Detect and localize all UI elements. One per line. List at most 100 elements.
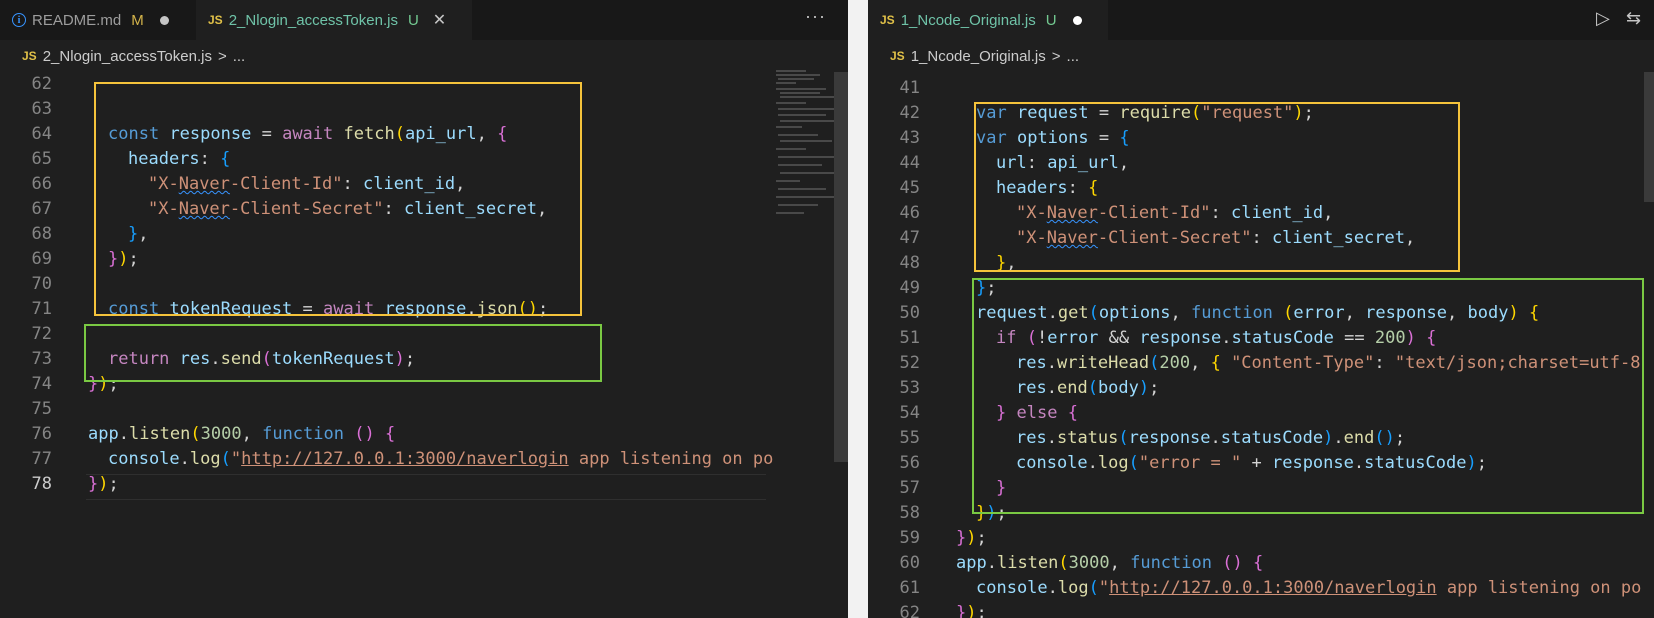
code-line: "X-Naver-Client-Id": client_id, [1016, 203, 1334, 223]
code-line: headers: { [996, 178, 1099, 198]
line-number: 45 [899, 178, 920, 198]
chevron-right-icon: > [217, 47, 227, 65]
breadcrumb-file[interactable]: 1_Ncode_Original.js [911, 48, 1046, 65]
line-number: 64 [31, 124, 52, 144]
breadcrumb-symbol[interactable]: ... [233, 48, 246, 65]
run-icon[interactable]: ▷ [1596, 8, 1610, 29]
line-number: 69 [31, 249, 52, 269]
code-line: }); [108, 249, 139, 269]
line-number: 77 [31, 449, 52, 469]
close-icon[interactable]: ✕ [433, 10, 446, 30]
line-number: 65 [31, 149, 52, 169]
code-line: }, [996, 253, 1017, 273]
code-line: console.log("http://127.0.0.1:3000/naver… [108, 449, 774, 469]
code-line: if (!error && response.statusCode == 200… [996, 328, 1437, 348]
js-icon: JS [22, 49, 37, 63]
code-line: "X-Naver-Client-Id": client_id, [148, 174, 466, 194]
tab-label: README.md [32, 11, 122, 29]
chevron-right-icon: > [1051, 47, 1061, 65]
code-line: res.end(body); [1016, 378, 1160, 398]
code-line: } [996, 478, 1007, 498]
breadcrumb: JS 2_Nlogin_accessToken.js > ... [0, 40, 848, 72]
line-number: 44 [899, 153, 920, 173]
current-line-highlight [86, 474, 766, 500]
line-number: 57 [899, 478, 920, 498]
line-number: 68 [31, 224, 52, 244]
vertical-scrollbar[interactable] [834, 72, 848, 462]
line-number: 42 [899, 103, 920, 123]
compare-icon[interactable]: ⇆ [1626, 8, 1641, 29]
right-tab-bar: JS 1_Ncode_Original.js U ▷ ⇆ [868, 0, 1654, 40]
code-line: var request = require("request"); [976, 103, 1314, 123]
breadcrumb-file[interactable]: 2_Nlogin_accessToken.js [43, 48, 212, 65]
line-number: 66 [31, 174, 52, 194]
code-line: app.listen(3000, function () { [956, 553, 1264, 573]
code-line: var options = { [976, 128, 1130, 148]
js-icon: JS [890, 49, 905, 63]
code-line: }); [976, 503, 1007, 523]
pane-divider[interactable] [848, 0, 868, 618]
line-number: 46 [899, 203, 920, 223]
line-number: 51 [899, 328, 920, 348]
js-icon: JS [208, 13, 223, 27]
left-tab-bar: i README.md M JS 2_Nlogin_accessToken.js… [0, 0, 848, 40]
line-number: 41 [899, 78, 920, 98]
line-number: 63 [31, 99, 52, 119]
tab-label: 2_Nlogin_accessToken.js [228, 11, 398, 29]
line-number: 54 [899, 403, 920, 423]
line-number: 78 [31, 474, 52, 494]
line-number: 52 [899, 353, 920, 373]
line-number: 50 [899, 303, 920, 323]
line-number: 59 [899, 528, 920, 548]
code-line: }); [88, 374, 119, 394]
line-number: 61 [899, 578, 920, 598]
vertical-scrollbar[interactable] [1644, 72, 1654, 202]
code-line: console.log("error = " + response.status… [1016, 453, 1487, 473]
tab-ncode-original[interactable]: JS 1_Ncode_Original.js U [868, 0, 1108, 40]
right-editor-pane: JS 1_Ncode_Original.js U ▷ ⇆ JS 1_Ncode_… [868, 0, 1654, 618]
breadcrumb-symbol[interactable]: ... [1067, 48, 1080, 65]
code-line: }, [128, 224, 149, 244]
code-line: app.listen(3000, function () { [88, 424, 396, 444]
tab-readme[interactable]: i README.md M [0, 0, 182, 40]
code-line: console.log("http://127.0.0.1:3000/naver… [976, 578, 1642, 598]
left-editor-pane: i README.md M JS 2_Nlogin_accessToken.js… [0, 0, 848, 618]
code-line: }); [956, 528, 987, 548]
js-icon: JS [880, 13, 895, 27]
code-line: url: api_url, [996, 153, 1130, 173]
line-number: 72 [31, 324, 52, 344]
code-line: res.status(response.statusCode).end(); [1016, 428, 1406, 448]
code-line: const response = await fetch(api_url, { [108, 124, 508, 144]
line-number: 60 [899, 553, 920, 573]
line-number: 62 [899, 603, 920, 618]
line-number: 49 [899, 278, 920, 298]
line-number: 73 [31, 349, 52, 369]
line-number: 56 [899, 453, 920, 473]
line-number: 75 [31, 399, 52, 419]
untracked-badge: U [1045, 11, 1057, 29]
code-line: request.get(options, function (error, re… [976, 303, 1540, 323]
code-line: }); [88, 474, 119, 494]
line-number: 53 [899, 378, 920, 398]
untracked-badge: U [407, 11, 419, 29]
line-number: 62 [31, 74, 52, 94]
line-number: 71 [31, 299, 52, 319]
more-actions-icon[interactable]: ··· [805, 6, 826, 27]
code-line: "X-Naver-Client-Secret": client_secret, [148, 199, 548, 219]
line-number: 43 [899, 128, 920, 148]
code-line: return res.send(tokenRequest); [108, 349, 416, 369]
tab-label: 1_Ncode_Original.js [900, 11, 1036, 29]
line-number: 70 [31, 274, 52, 294]
line-number: 76 [31, 424, 52, 444]
breadcrumb: JS 1_Ncode_Original.js > ... [868, 40, 1654, 72]
code-line: res.writeHead(200, { "Content-Type": "te… [1016, 353, 1641, 373]
unsaved-dot-icon [159, 15, 169, 25]
line-number: 48 [899, 253, 920, 273]
line-number: 74 [31, 374, 52, 394]
code-line: const tokenRequest = await response.json… [108, 299, 549, 319]
line-number: 58 [899, 503, 920, 523]
code-line: "X-Naver-Client-Secret": client_secret, [1016, 228, 1416, 248]
tab-nlogin-accesstoken[interactable]: JS 2_Nlogin_accessToken.js U ✕ [196, 0, 472, 40]
line-number: 55 [899, 428, 920, 448]
code-line: }; [976, 278, 997, 298]
